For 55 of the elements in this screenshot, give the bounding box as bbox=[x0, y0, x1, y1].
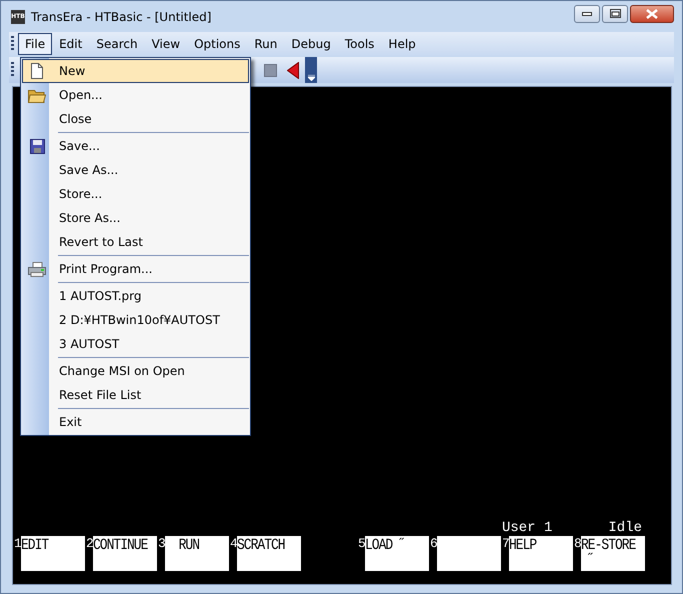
softkey-button[interactable]: SCRATCH bbox=[237, 536, 301, 571]
menu-bar-item[interactable]: Debug bbox=[284, 33, 338, 55]
softkey-number: 3 bbox=[158, 536, 165, 553]
back-arrow-icon[interactable] bbox=[287, 62, 299, 78]
folder-icon bbox=[28, 88, 46, 102]
document-icon bbox=[31, 63, 43, 79]
menu-item[interactable]: Store As... bbox=[22, 206, 249, 230]
menu-item[interactable]: Exit bbox=[22, 410, 249, 434]
menu-item[interactable]: 3 AUTOST bbox=[22, 332, 249, 356]
softkey-button[interactable]: CONTINUE bbox=[93, 536, 157, 571]
window-title: TransEra - HTBasic - [Untitled] bbox=[31, 10, 212, 24]
menu-item[interactable]: New bbox=[22, 59, 249, 83]
status-label: Idle bbox=[608, 520, 642, 536]
softkey-button[interactable]: RE-STORE ˝ bbox=[581, 536, 645, 571]
softkey-button[interactable]: HELP bbox=[509, 536, 573, 571]
menu-item[interactable]: Store... bbox=[22, 182, 249, 206]
printer-icon bbox=[28, 262, 46, 276]
maximize-icon bbox=[610, 9, 620, 18]
menu-item[interactable]: Reset File List bbox=[22, 383, 249, 407]
softkey-button[interactable]: EDIT bbox=[21, 536, 85, 571]
menu-item[interactable]: 2 D:¥HTBwin10of¥AUTOST bbox=[22, 308, 249, 332]
softkey-number: 8 bbox=[574, 536, 581, 553]
toolbar-overflow-button[interactable] bbox=[305, 57, 317, 83]
menu-bar-item[interactable]: Search bbox=[89, 33, 145, 55]
softkey-button[interactable]: LOAD ˝ bbox=[365, 536, 429, 571]
menu-bar-item[interactable]: Edit bbox=[52, 33, 90, 55]
user-label: User 1 bbox=[502, 520, 552, 536]
stop-icon[interactable] bbox=[264, 64, 277, 76]
menu-bar-item[interactable]: Run bbox=[247, 33, 284, 55]
menu-item[interactable]: Print Program... bbox=[22, 257, 249, 281]
minimize-icon bbox=[582, 12, 592, 16]
softkey-number: 5 bbox=[358, 536, 365, 553]
menu-item[interactable]: Close bbox=[22, 107, 249, 131]
softkey-number: 1 bbox=[14, 536, 21, 553]
menu-bar-item[interactable]: Options bbox=[187, 33, 248, 55]
maximize-button[interactable] bbox=[602, 4, 628, 22]
menu-bar-item[interactable]: File bbox=[18, 33, 52, 55]
menu-item[interactable]: Change MSI on Open bbox=[22, 359, 249, 383]
menu-item[interactable]: Save... bbox=[22, 134, 249, 158]
softkey-number: 4 bbox=[230, 536, 237, 553]
softkey-button[interactable]: RUN bbox=[165, 536, 229, 571]
softkey-number: 2 bbox=[86, 536, 93, 553]
menu-item[interactable]: Revert to Last bbox=[22, 230, 249, 254]
menu-bar-item[interactable]: Tools bbox=[338, 33, 382, 55]
menu-bar-item[interactable]: Help bbox=[381, 33, 423, 55]
menu-item[interactable]: Save As... bbox=[22, 158, 249, 182]
menu-item[interactable]: 1 AUTOST.prg bbox=[22, 284, 249, 308]
close-button[interactable] bbox=[630, 4, 674, 22]
menu-item[interactable]: Open... bbox=[22, 83, 249, 107]
softkey-number: 6 bbox=[430, 536, 437, 553]
caret-icon bbox=[308, 75, 314, 81]
softkey-number: 7 bbox=[502, 536, 509, 553]
close-icon bbox=[646, 8, 658, 18]
minimize-button[interactable] bbox=[574, 4, 600, 22]
menu-bar-item[interactable]: View bbox=[144, 33, 188, 55]
